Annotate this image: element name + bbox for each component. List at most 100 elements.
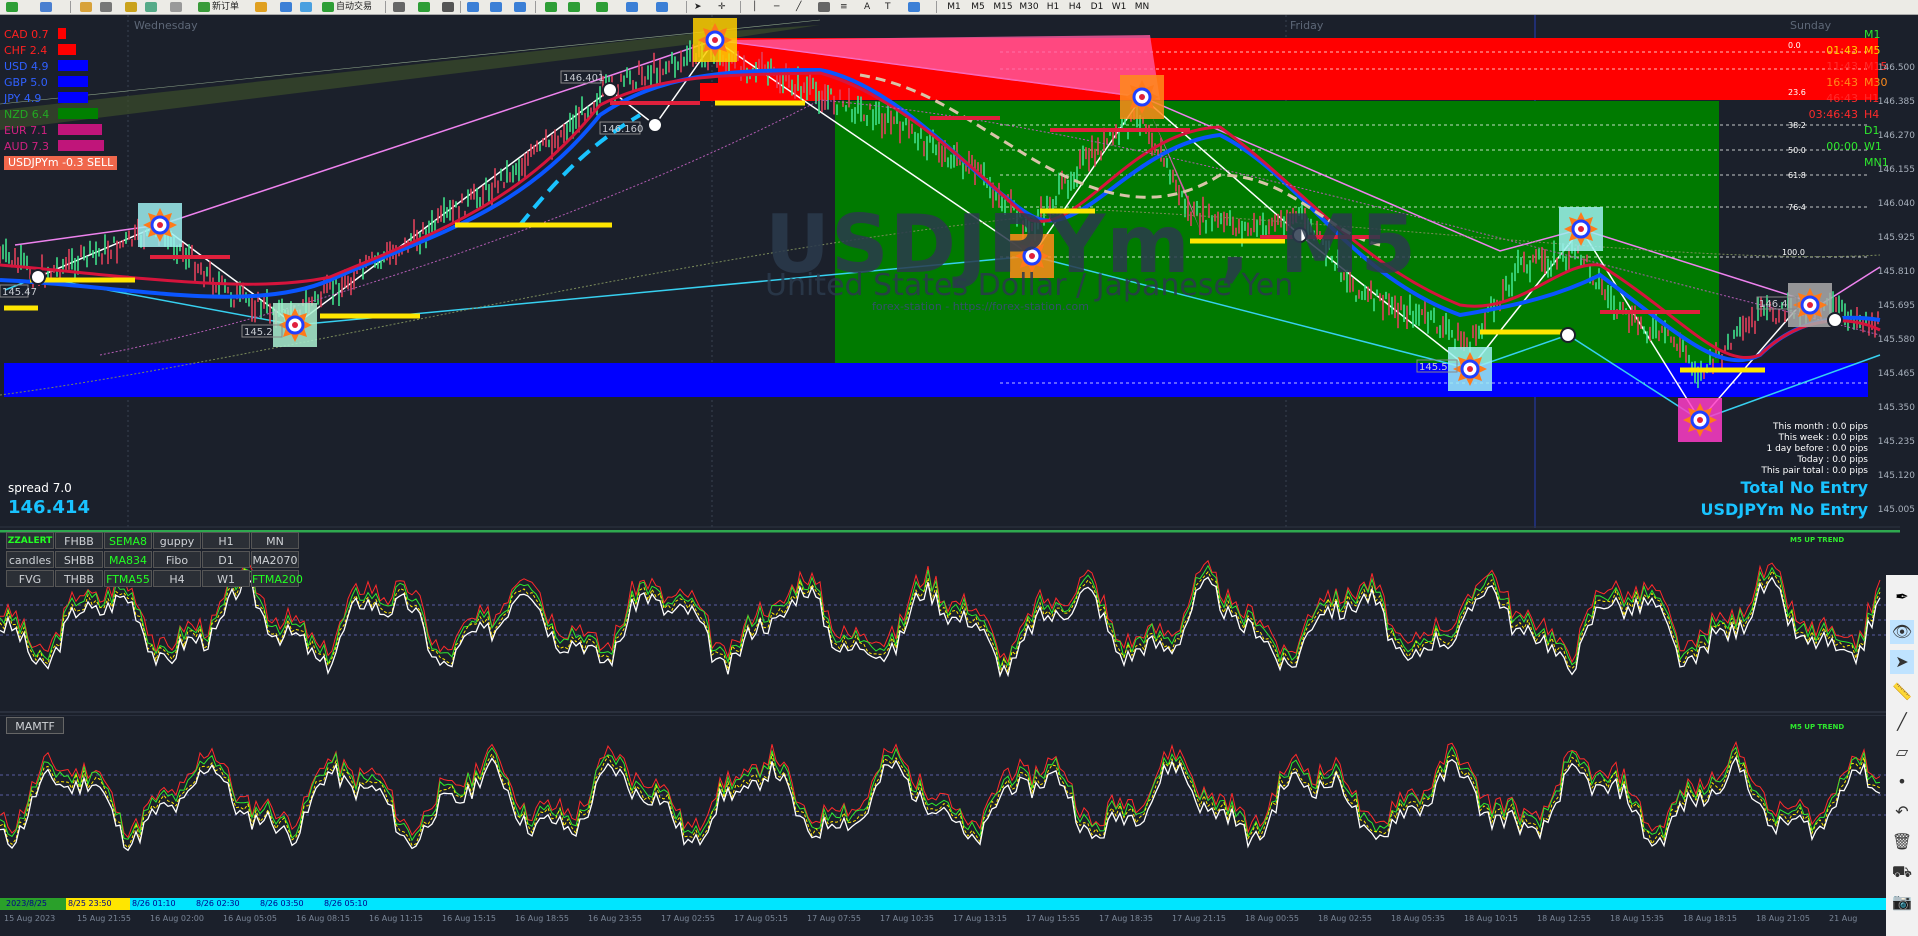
- indicators-icon[interactable]: [596, 2, 608, 12]
- label-icon[interactable]: T: [885, 0, 891, 14]
- indicator-button[interactable]: FTMA55: [104, 570, 152, 587]
- trash-icon[interactable]: 🗑: [1890, 830, 1914, 854]
- line-tool-icon[interactable]: ╱: [1890, 710, 1914, 734]
- strength-bar: [58, 124, 102, 135]
- tf-button-mn[interactable]: MN: [1130, 0, 1154, 14]
- strength-bar: [58, 60, 88, 71]
- tf-button-h1[interactable]: H1: [1042, 0, 1064, 14]
- price-label: 145.5: [1419, 362, 1448, 373]
- tf-button-m1[interactable]: M1: [942, 0, 966, 14]
- zoom-in-icon[interactable]: [467, 2, 479, 12]
- day-label: Friday: [1290, 19, 1324, 32]
- arrows-icon[interactable]: [908, 2, 920, 12]
- indicator-button[interactable]: THBB: [55, 570, 103, 587]
- spread-label: spread 7.0: [8, 481, 72, 495]
- market-watch-icon[interactable]: [80, 2, 92, 12]
- indicator-button[interactable]: MA834: [104, 551, 152, 568]
- fibo-label: 76.4: [1788, 203, 1806, 212]
- price-axis-tick: 146.385: [1877, 97, 1915, 107]
- auto-trading-icon[interactable]: [322, 2, 334, 12]
- fibo-icon[interactable]: ≡: [840, 0, 848, 14]
- trendline-icon[interactable]: ╱: [796, 0, 801, 14]
- tile-windows-icon[interactable]: [514, 2, 526, 12]
- session-label: 8/26 02:30: [196, 899, 240, 908]
- navigator-icon[interactable]: [100, 2, 112, 12]
- time-axis-tick: 18 Aug 21:05: [1756, 914, 1810, 923]
- indicator-button[interactable]: D1: [202, 551, 250, 568]
- new-order-button[interactable]: 新订单: [212, 0, 239, 14]
- zoom-icon[interactable]: [170, 2, 182, 12]
- mamtf-button[interactable]: MAMTF: [6, 717, 64, 734]
- indicator-button[interactable]: H4: [153, 570, 201, 587]
- tf-button-h4[interactable]: H4: [1064, 0, 1086, 14]
- currency-strength-meter: CAD 0.7 CHF 2.4 USD 4.9 GBP 5.0 JPY 4.9 NZD 6…: [4, 27, 104, 155]
- tf-button-m30[interactable]: M30: [1016, 0, 1042, 14]
- periods-icon[interactable]: [626, 2, 638, 12]
- signals-icon[interactable]: [255, 2, 267, 12]
- price-label: 146.4: [1759, 299, 1788, 310]
- ruler-icon[interactable]: 📏: [1890, 680, 1914, 704]
- main-toolbar: 新订单 自动交易 ➤ ✛ │ ─ ╱ ≡ A T M1 M5 M15 M30 H…: [0, 0, 1918, 15]
- strength-row: AUD 7.3: [4, 139, 104, 155]
- pen-icon[interactable]: ✒: [1890, 585, 1914, 609]
- new-chart-icon[interactable]: [6, 2, 18, 12]
- bar-chart-icon[interactable]: [393, 2, 405, 12]
- vehicle-icon[interactable]: ⛟: [1890, 860, 1914, 884]
- indicator-button[interactable]: FVG: [6, 570, 54, 587]
- indicator-button[interactable]: guppy: [153, 532, 201, 549]
- market-icon[interactable]: [280, 2, 292, 12]
- line-chart-icon[interactable]: [442, 2, 454, 12]
- tester-icon[interactable]: [145, 2, 157, 12]
- price-axis-tick: 146.500: [1877, 63, 1915, 73]
- indicator-button[interactable]: H1: [202, 532, 250, 549]
- indicator-button[interactable]: Fibo: [153, 551, 201, 568]
- indicator-button[interactable]: candles: [6, 551, 54, 568]
- shift-icon[interactable]: [568, 2, 580, 12]
- camera-icon[interactable]: 📷: [1890, 890, 1914, 914]
- vertical-line-icon[interactable]: │: [752, 0, 757, 14]
- cursor-icon[interactable]: ➤: [694, 0, 702, 14]
- tf-button-m5[interactable]: M5: [966, 0, 990, 14]
- tf-button-w1[interactable]: W1: [1108, 0, 1130, 14]
- demand-zone-box[interactable]: [4, 363, 1868, 397]
- indicator-button[interactable]: SHBB: [55, 551, 103, 568]
- rectangle-icon[interactable]: [818, 2, 830, 12]
- strength-row: CAD 0.7: [4, 27, 104, 43]
- vps-icon[interactable]: [300, 2, 312, 12]
- auto-trading-button[interactable]: 自动交易: [336, 0, 372, 14]
- tf-button-m15[interactable]: M15: [990, 0, 1016, 14]
- resistance-zone-box[interactable]: [700, 83, 820, 101]
- stat-line: This pair total : 0.0 pips: [1761, 466, 1868, 476]
- horizontal-line-icon[interactable]: ─: [774, 0, 779, 14]
- zoom-out-icon[interactable]: [490, 2, 502, 12]
- indicator-button[interactable]: FHBB: [55, 532, 103, 549]
- indicator-button[interactable]: ZZALERT: [6, 532, 54, 549]
- autoscroll-icon[interactable]: [545, 2, 557, 12]
- indicator-button[interactable]: MA2070: [251, 551, 299, 568]
- strength-row: USD 4.9: [4, 59, 104, 75]
- candles-icon[interactable]: [418, 2, 430, 12]
- templates-icon[interactable]: [656, 2, 668, 12]
- terminal-icon[interactable]: [125, 2, 137, 12]
- profiles-icon[interactable]: [40, 2, 52, 12]
- new-order-icon[interactable]: [198, 2, 210, 12]
- crosshair-icon[interactable]: ✛: [718, 0, 726, 14]
- text-icon[interactable]: A: [864, 0, 870, 14]
- oscillator-panel-2[interactable]: [0, 715, 1900, 898]
- pivot-dot: [1827, 312, 1843, 328]
- undo-icon[interactable]: ↶: [1890, 800, 1914, 824]
- indicator-button[interactable]: MN: [251, 532, 299, 549]
- stat-line: This month : 0.0 pips: [1772, 422, 1868, 432]
- time-axis-tick: 15 Aug 21:55: [77, 914, 131, 923]
- session-label: 8/26 03:50: [260, 899, 304, 908]
- eraser-icon[interactable]: ▱: [1890, 740, 1914, 764]
- indicator-button[interactable]: SEMA8: [104, 532, 152, 549]
- cursor-icon[interactable]: ➤: [1890, 650, 1914, 674]
- dot-icon[interactable]: •: [1890, 770, 1914, 794]
- drawing-toolstrip: ✒ 👁 ➤ 📏 ╱ ▱ • ↶ 🗑 ⛟ 📷: [1886, 575, 1918, 936]
- indicator-button[interactable]: W1: [202, 570, 250, 587]
- tf-button-d1[interactable]: D1: [1086, 0, 1108, 14]
- eye-icon[interactable]: 👁: [1890, 620, 1914, 644]
- indicator-button[interactable]: FTMA200: [251, 570, 303, 587]
- fibo-label: 100.0: [1782, 248, 1805, 257]
